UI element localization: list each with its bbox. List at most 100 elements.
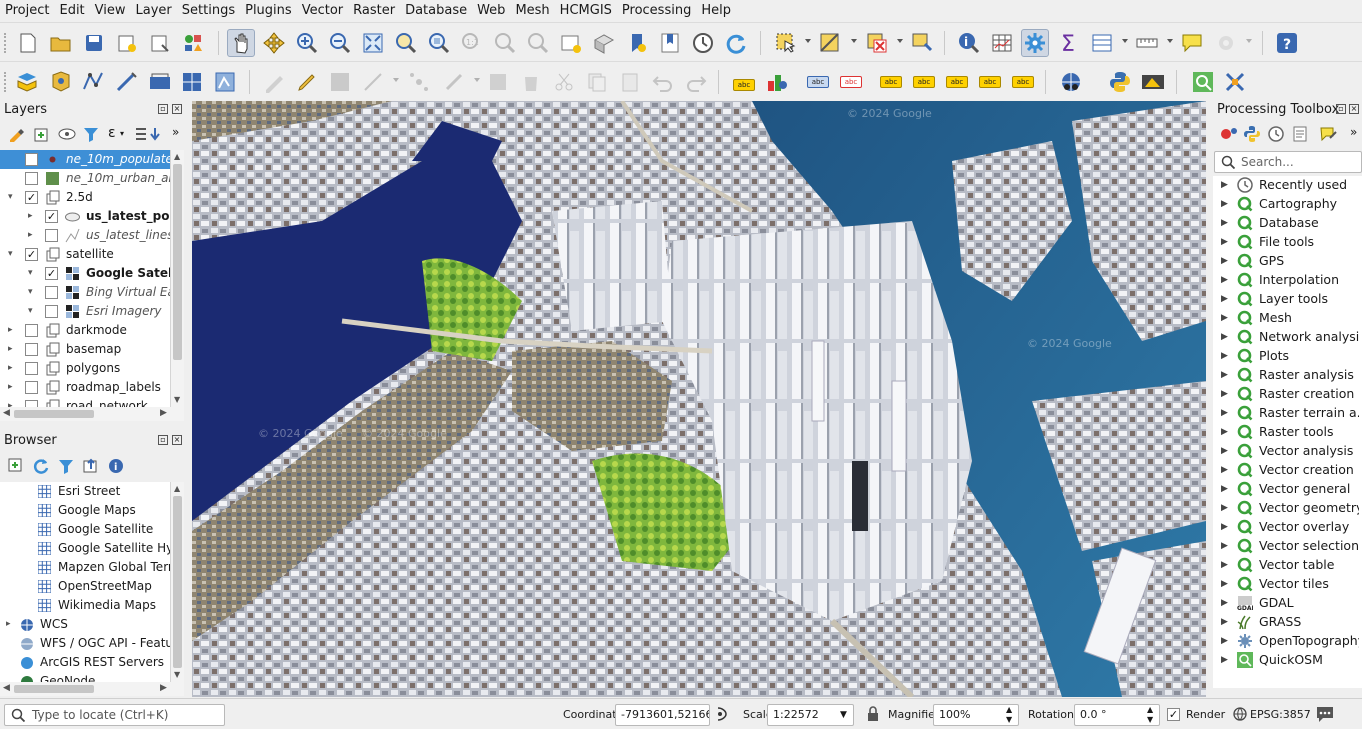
layer-row[interactable]: ▾ Esri Imagery: [0, 302, 170, 321]
chevron-right-icon[interactable]: ▸: [8, 326, 16, 335]
measure-dropdown[interactable]: [1167, 39, 1173, 43]
chevron-right-icon[interactable]: ▶: [1221, 218, 1228, 228]
pan-map-button[interactable]: [227, 29, 255, 57]
scroll-up-icon[interactable]: ▲: [174, 152, 180, 161]
identify-features-button[interactable]: i: [955, 29, 983, 57]
toolbox-item[interactable]: ▶ Vector selection: [1213, 537, 1362, 556]
add-selected-layers-icon[interactable]: [8, 458, 24, 477]
scroll-down-icon[interactable]: ▼: [174, 670, 180, 679]
change-label-properties-button[interactable]: abc: [1009, 68, 1037, 96]
browser-item[interactable]: WFS / OGC API - Featur: [0, 634, 170, 653]
toolbox-search-input[interactable]: Search...: [1214, 151, 1362, 173]
magnifier-spinbox[interactable]: 100% ▲ ▼: [933, 704, 1019, 726]
menu-project[interactable]: Project: [0, 0, 54, 22]
chevron-right-icon[interactable]: ▶: [1221, 427, 1228, 437]
save-edits-button[interactable]: [326, 68, 354, 96]
locator-input[interactable]: Type to locate (Ctrl+K): [4, 704, 225, 726]
menu-hcmgis[interactable]: HCMGIS: [555, 0, 617, 22]
crs-button[interactable]: EPSG:3857: [1250, 708, 1311, 721]
toolbox-item[interactable]: ▶ GRASS: [1213, 613, 1362, 632]
toolbox-item[interactable]: ▶ Cartography: [1213, 195, 1362, 214]
filter-legend-icon[interactable]: [83, 126, 99, 145]
chevron-right-icon[interactable]: ▸: [8, 364, 16, 373]
select-by-expression-button[interactable]: [816, 29, 844, 57]
zoom-last-button[interactable]: [491, 29, 519, 57]
chevron-right-icon[interactable]: ▸: [28, 212, 36, 221]
menu-edit[interactable]: Edit: [54, 0, 89, 22]
zoom-next-button[interactable]: [524, 29, 552, 57]
show-bookmarks-button[interactable]: [656, 29, 684, 57]
menu-settings[interactable]: Settings: [177, 0, 240, 22]
quickosm-button[interactable]: [1189, 68, 1217, 96]
info-icon[interactable]: i: [108, 458, 124, 477]
toolbox-item[interactable]: ▶ Recently used: [1213, 176, 1362, 195]
toolbox-item[interactable]: ▶ Vector creation: [1213, 461, 1362, 480]
close-panel-icon[interactable]: ×: [1349, 104, 1359, 114]
menu-raster[interactable]: Raster: [348, 0, 400, 22]
python-console-button[interactable]: [1106, 68, 1134, 96]
chevron-down-icon[interactable]: ▾: [8, 193, 16, 202]
browser-hscrollbar[interactable]: ◀ ▶: [0, 682, 184, 696]
deselect-features-button[interactable]: [863, 29, 891, 57]
layer-visibility-checkbox[interactable]: [45, 305, 58, 318]
hcmgis-basemap-button[interactable]: [1057, 68, 1085, 96]
pan-to-selection-button[interactable]: [260, 29, 288, 57]
chevron-right-icon[interactable]: ▶: [1221, 541, 1228, 551]
scroll-left-icon[interactable]: ◀: [3, 683, 10, 693]
style-manager-button[interactable]: [179, 29, 207, 57]
layer-visibility-checkbox[interactable]: ✓: [45, 210, 58, 223]
layer-row[interactable]: ▸ ✓ us_latest_poly: [0, 207, 170, 226]
modify-attributes-button[interactable]: [440, 68, 468, 96]
menu-help[interactable]: Help: [696, 0, 736, 22]
layer-visibility-checkbox[interactable]: ✓: [25, 248, 38, 261]
toolbox-item[interactable]: ▶ GPS: [1213, 252, 1362, 271]
toolbox-item[interactable]: ▶ Interpolation: [1213, 271, 1362, 290]
vertex-tool-button[interactable]: [405, 68, 433, 96]
scroll-down-icon[interactable]: ▼: [174, 395, 180, 404]
refresh-button[interactable]: [722, 29, 750, 57]
layer-row[interactable]: ▸ road_network: [0, 397, 170, 407]
delete-selected-button[interactable]: [517, 68, 545, 96]
layer-visibility-checkbox[interactable]: [45, 229, 58, 242]
chevron-right-icon[interactable]: ▶: [1221, 294, 1228, 304]
toggle-editing-button[interactable]: [293, 68, 321, 96]
layer-visibility-checkbox[interactable]: [25, 381, 38, 394]
layer-row[interactable]: ▸ basemap: [0, 340, 170, 359]
layers-hscroll-thumb[interactable]: [14, 410, 94, 418]
messages-icon[interactable]: [1315, 705, 1335, 726]
browser-item[interactable]: OpenStreetMap: [0, 577, 170, 596]
chevron-down-icon[interactable]: ▾: [28, 288, 36, 297]
layer-visibility-checkbox[interactable]: [25, 172, 38, 185]
highlight-pinned-labels-button[interactable]: abc: [804, 68, 832, 96]
browser-item[interactable]: Google Maps: [0, 501, 170, 520]
chevron-right-icon[interactable]: ▶: [1221, 465, 1228, 475]
toolbox-item[interactable]: ▶ OpenTopography: [1213, 632, 1362, 651]
redo-button[interactable]: [682, 68, 710, 96]
layer-row[interactable]: ▾ ✓ 2.5d: [0, 188, 170, 207]
scale-combobox[interactable]: 1:22572 ▼: [767, 704, 854, 726]
settings-plugin-button[interactable]: [1212, 29, 1240, 57]
chevron-right-icon[interactable]: ▶: [1221, 408, 1228, 418]
menu-view[interactable]: View: [90, 0, 131, 22]
layers-scroll-thumb[interactable]: [173, 164, 182, 360]
chevron-down-icon[interactable]: ▾: [8, 250, 16, 259]
menu-processing[interactable]: Processing: [617, 0, 696, 22]
settings-plugin-dropdown[interactable]: [1246, 39, 1252, 43]
toolbox-item[interactable]: ▶ Vector table: [1213, 556, 1362, 575]
scripts-icon[interactable]: [1244, 126, 1260, 145]
coordinate-field[interactable]: -7913601,5216672: [615, 704, 710, 726]
layers-tree[interactable]: ne_10m_populated ne_10m_urban_are ▾ ✓ 2.5d ▸ ✓…: [0, 150, 170, 407]
lock-scale-icon[interactable]: [866, 706, 880, 725]
toolbox-item[interactable]: ▶ Raster tools: [1213, 423, 1362, 442]
chevron-right-icon[interactable]: ▶: [1221, 275, 1228, 285]
chevron-down-icon[interactable]: ▼: [840, 705, 847, 725]
open-layer-styling-icon[interactable]: [8, 126, 24, 145]
rotation-spinbox[interactable]: 0.0 ° ▲ ▼: [1074, 704, 1160, 726]
map-tips-button[interactable]: [1178, 29, 1206, 57]
scroll-left-icon[interactable]: ◀: [3, 408, 10, 418]
layer-row[interactable]: ▸ darkmode: [0, 321, 170, 340]
chevron-right-icon[interactable]: ▶: [1221, 370, 1228, 380]
layer-row[interactable]: ▸ polygons: [0, 359, 170, 378]
toolbox-item[interactable]: ▶ Vector overlay: [1213, 518, 1362, 537]
toolbox-item[interactable]: ▶ Database: [1213, 214, 1362, 233]
